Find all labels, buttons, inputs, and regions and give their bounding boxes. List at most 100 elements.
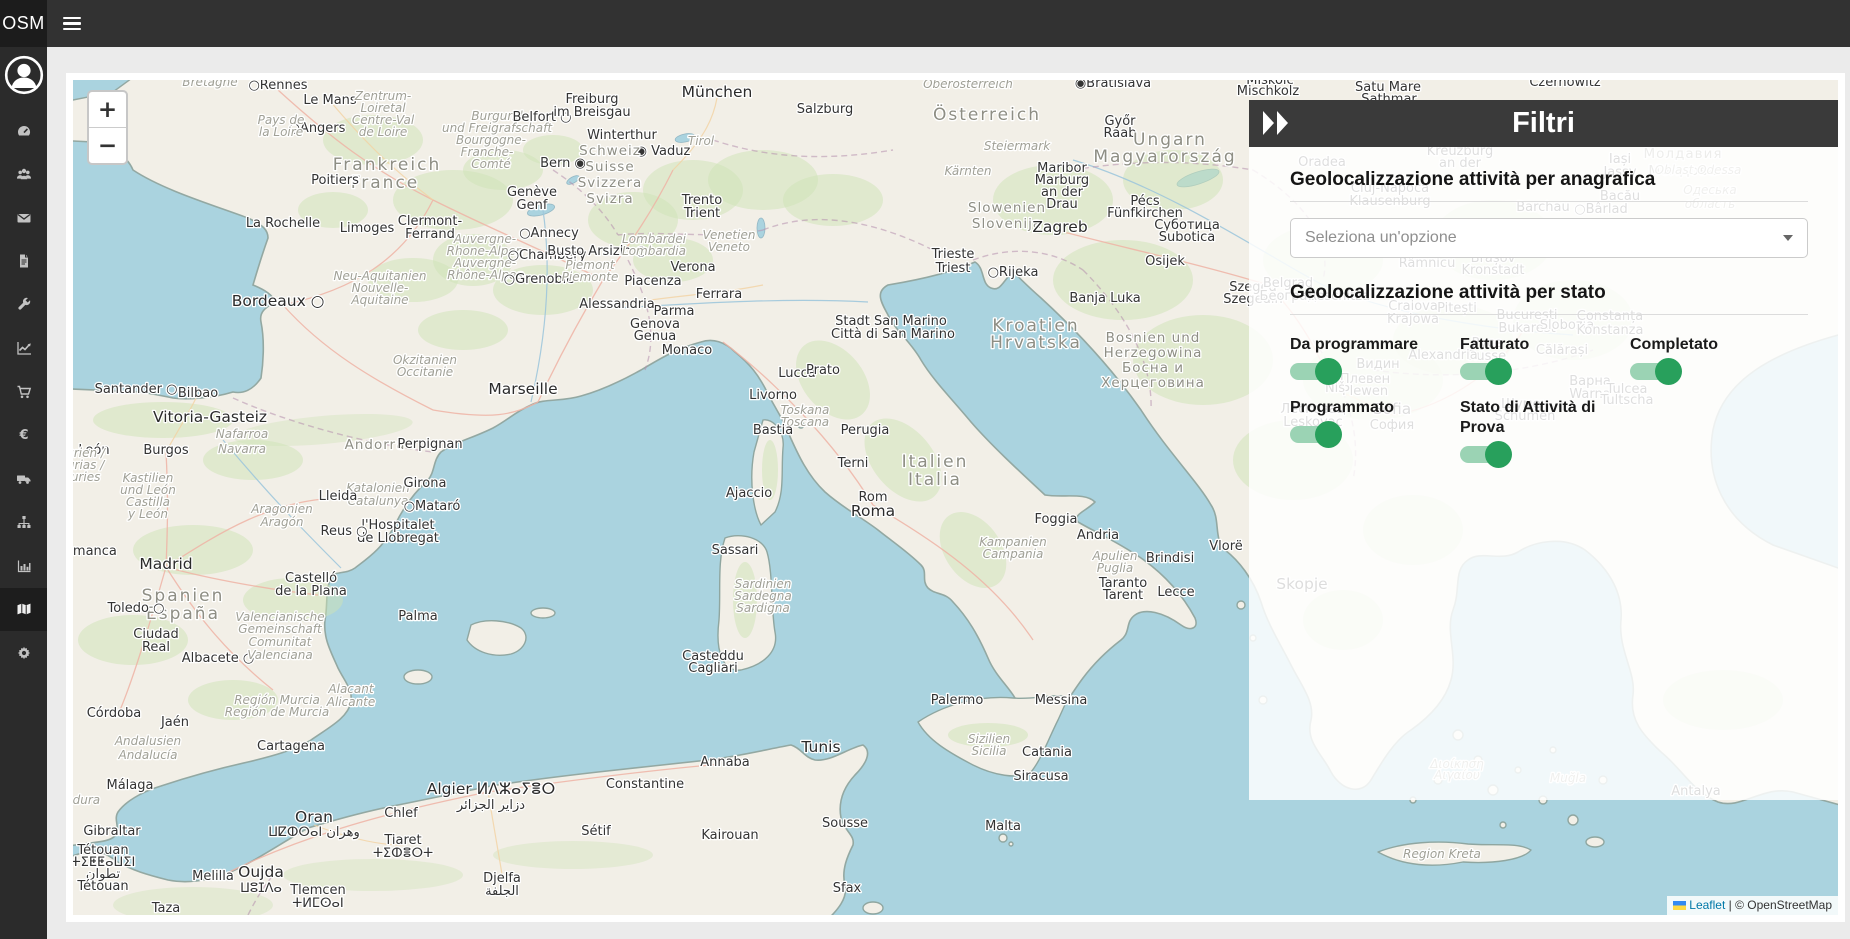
sidebar-item-billing[interactable]: € bbox=[0, 414, 47, 458]
map-label: Salamanca bbox=[73, 544, 117, 559]
map-label: Perugia bbox=[841, 423, 890, 438]
toggle-da-programmare[interactable] bbox=[1290, 363, 1336, 380]
map-label: Trient bbox=[683, 206, 720, 221]
sidebar-toggle-button[interactable] bbox=[47, 0, 97, 47]
menorca-island bbox=[531, 608, 555, 618]
sidebar-item-users[interactable] bbox=[0, 153, 47, 197]
map-label: Cagliari bbox=[688, 661, 737, 676]
toggle-cell-programmato: Programmato bbox=[1290, 398, 1460, 443]
sidebar-item-reports[interactable] bbox=[0, 544, 47, 588]
file-icon bbox=[16, 253, 32, 269]
map-label: Monaco bbox=[662, 343, 713, 358]
sidebar-item-settings[interactable] bbox=[0, 631, 47, 675]
map-label: Prato bbox=[806, 363, 840, 378]
anagrafica-select[interactable]: Seleziona un'opzione bbox=[1290, 218, 1808, 258]
map-label: Occitanie bbox=[397, 365, 453, 379]
wrench-icon bbox=[16, 297, 32, 313]
sidebar-item-tools[interactable] bbox=[0, 283, 47, 327]
app-logo: OSM bbox=[0, 0, 47, 47]
map-label: y León bbox=[127, 507, 168, 521]
map-label: Herzegowina bbox=[1104, 345, 1203, 361]
toggle-completato[interactable] bbox=[1630, 363, 1676, 380]
map-label: ⵡⵇⵀⵔⴰⵏ وهران bbox=[268, 825, 360, 840]
map-label: Terni bbox=[837, 456, 869, 471]
map-label: Schweiz bbox=[579, 143, 641, 159]
toggle-knob bbox=[1315, 421, 1342, 448]
tachometer-icon bbox=[16, 123, 32, 139]
top-bar: OSM bbox=[0, 0, 1850, 47]
map-attribution: Leaflet | © OpenStreetMap bbox=[1667, 896, 1838, 915]
sidebar-item-map[interactable] bbox=[0, 588, 47, 632]
map-label: Bilbao bbox=[178, 386, 218, 401]
map-label: Aragonien bbox=[250, 502, 312, 516]
zoom-out-button[interactable]: − bbox=[89, 127, 126, 163]
map-label: Campania bbox=[983, 547, 1044, 561]
zoom-in-button[interactable]: + bbox=[89, 92, 126, 127]
map-label: دزاير الجزائر bbox=[456, 798, 525, 813]
map-label: Andalucía bbox=[117, 748, 177, 762]
map-label: Bosnien und bbox=[1106, 330, 1201, 346]
toggle-knob bbox=[1485, 441, 1512, 468]
map-label: Santander ○ bbox=[95, 382, 178, 397]
map-label: Gemeinschaft bbox=[238, 622, 323, 636]
map-label: Italien bbox=[902, 452, 969, 472]
map-label: Sicilia bbox=[972, 744, 1007, 758]
map-label: de Loire bbox=[359, 125, 408, 139]
sidebar-item-dashboard[interactable] bbox=[0, 109, 47, 153]
truck-icon bbox=[16, 471, 32, 487]
map-label: Ferrand bbox=[405, 227, 455, 242]
collapse-panel-button[interactable] bbox=[1259, 109, 1293, 138]
sidebar-item-documents[interactable] bbox=[0, 240, 47, 284]
sidebar-item-mail[interactable] bbox=[0, 196, 47, 240]
map-label: Lleida bbox=[319, 489, 358, 504]
attribution-separator: | bbox=[1729, 898, 1732, 912]
map-label: Messina bbox=[1035, 693, 1088, 708]
avatar[interactable] bbox=[4, 55, 44, 95]
map-label: Nafarroa bbox=[216, 427, 268, 441]
map-label: Toledo ○ bbox=[107, 601, 165, 616]
map-label: Livorno bbox=[749, 388, 797, 403]
double-chevron-right-icon bbox=[1260, 109, 1292, 137]
map-label: Andria bbox=[1077, 528, 1119, 543]
map[interactable]: Bretagne○RennesLe Mans○AngersPays dela L… bbox=[73, 80, 1838, 915]
toggle-fatturato[interactable] bbox=[1460, 363, 1506, 380]
map-label: ○Rennes bbox=[248, 80, 307, 93]
map-label: Slowenien bbox=[968, 200, 1046, 216]
chart-bar-icon bbox=[16, 558, 32, 574]
map-label: Región de Murcia bbox=[225, 705, 329, 719]
toggle-stato-di-attivit-di-prova[interactable] bbox=[1460, 446, 1506, 463]
map-label: Ajaccio bbox=[726, 486, 772, 501]
mail-icon bbox=[16, 210, 32, 226]
map-label: Osijek bbox=[1145, 254, 1185, 269]
map-label: Steiermark bbox=[984, 139, 1051, 153]
map-label: ○Rijeka bbox=[988, 265, 1039, 280]
map-label: Málaga bbox=[107, 778, 154, 793]
map-label: Constantine bbox=[606, 777, 684, 792]
sidebar-item-logistics[interactable] bbox=[0, 457, 47, 501]
toggle-cell-da-programmare: Da programmare bbox=[1290, 335, 1460, 380]
map-label: Bordeaux ○ bbox=[232, 292, 325, 310]
map-label: Zagreb bbox=[1032, 218, 1087, 236]
map-label: Andorra bbox=[345, 437, 406, 453]
map-label: Palma bbox=[398, 609, 437, 624]
map-label: Alessandria bbox=[579, 297, 654, 312]
osm-attribution[interactable]: © OpenStreetMap bbox=[1735, 898, 1832, 912]
map-label: Córdoba bbox=[87, 706, 142, 721]
sidebar-item-hierarchy[interactable] bbox=[0, 501, 47, 545]
map-label: Sétif bbox=[581, 824, 611, 839]
map-label: Aragón bbox=[259, 515, 303, 529]
map-label: Banja Luka bbox=[1069, 291, 1140, 306]
sidebar-item-trends[interactable] bbox=[0, 327, 47, 371]
map-label: Valenciana bbox=[247, 648, 312, 662]
map-label: Sassari bbox=[712, 543, 759, 558]
toggle-programmato[interactable] bbox=[1290, 426, 1336, 443]
map-label: Roma bbox=[851, 502, 895, 520]
map-label: Brindisi bbox=[1146, 551, 1194, 566]
toggle-knob bbox=[1485, 358, 1512, 385]
toggle-label-completato: Completato bbox=[1630, 335, 1780, 355]
sidebar-item-orders[interactable] bbox=[0, 370, 47, 414]
map-label: Burgos bbox=[143, 443, 188, 458]
map-label: Oujda bbox=[238, 863, 284, 881]
leaflet-link[interactable]: Leaflet bbox=[1689, 898, 1725, 912]
map-label: Gibraltar bbox=[83, 824, 141, 839]
